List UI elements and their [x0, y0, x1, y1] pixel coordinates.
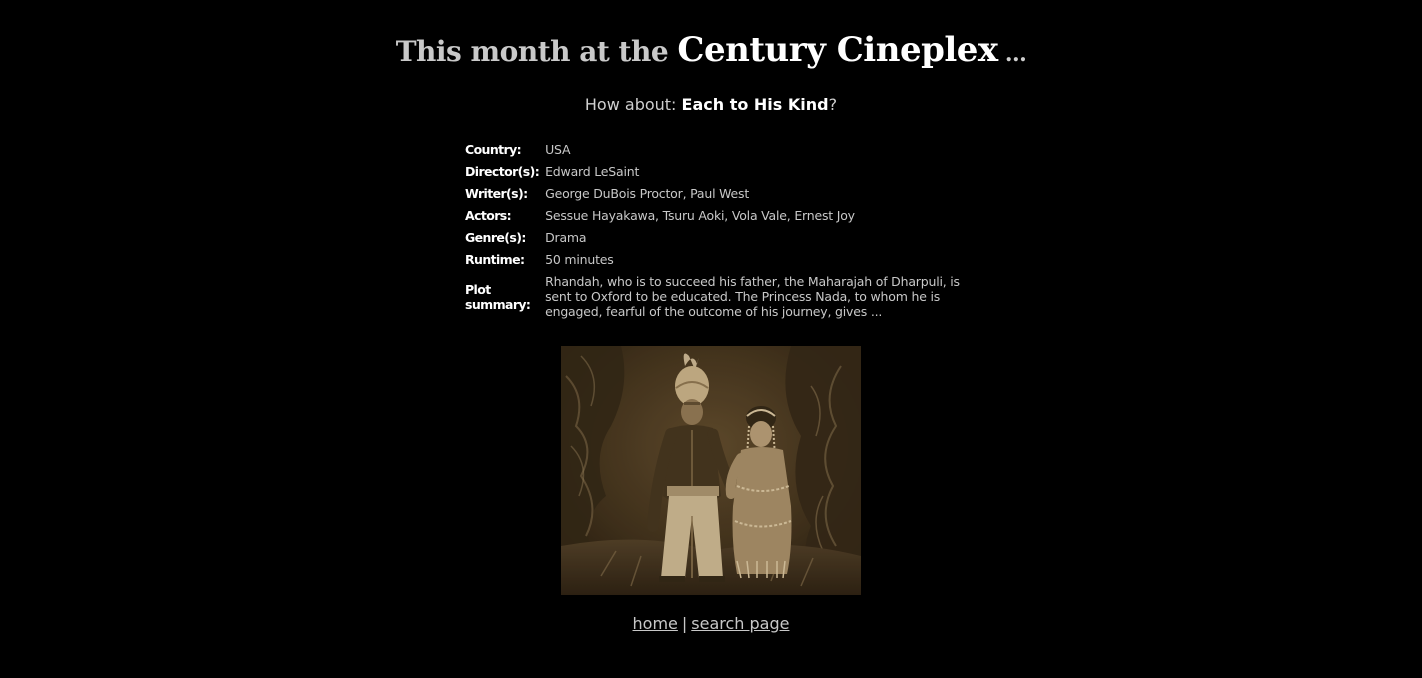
detail-value: USA — [545, 142, 571, 157]
detail-label: Genre(s): — [465, 230, 526, 245]
detail-row-genres: Genre(s): Drama — [462, 228, 973, 250]
home-link[interactable]: home — [633, 614, 678, 633]
cinema-brand-name: Century Cineplex — [677, 30, 998, 70]
detail-value: Rhandah, who is to succeed his father, t… — [545, 274, 960, 319]
page-title-prefix: This month at the — [395, 35, 678, 68]
detail-row-country: Country: USA — [462, 140, 973, 162]
detail-label: Actors: — [465, 208, 512, 223]
detail-row-writers: Writer(s): George DuBois Proctor, Paul W… — [462, 184, 973, 206]
detail-row-actors: Actors: Sessue Hayakawa, Tsuru Aoki, Vol… — [462, 206, 973, 228]
detail-value: 50 minutes — [545, 252, 614, 267]
search-page-link[interactable]: search page — [691, 614, 789, 633]
movie-suggestion: How about: Each to His Kind? — [0, 95, 1422, 114]
page-title: This month at the Century Cineplex ... — [0, 30, 1422, 70]
footer-navigation: home | search page — [0, 614, 1422, 633]
detail-label: Country: — [465, 142, 522, 157]
detail-value: Drama — [545, 230, 587, 245]
detail-value: George DuBois Proctor, Paul West — [545, 186, 750, 201]
footer-separator: | — [681, 614, 688, 633]
detail-label: Runtime: — [465, 252, 525, 267]
detail-value: Edward LeSaint — [545, 164, 640, 179]
detail-label: Plot summary: — [465, 281, 531, 312]
detail-row-directors: Director(s): Edward LeSaint — [462, 162, 973, 184]
movie-details-table: Country: USA Director(s): Edward LeSaint… — [462, 140, 973, 324]
detail-label: Writer(s): — [465, 186, 528, 201]
detail-label: Director(s): — [465, 164, 540, 179]
suggestion-prefix: How about: — [584, 95, 682, 114]
movie-still-image — [561, 346, 861, 595]
detail-row-runtime: Runtime: 50 minutes — [462, 250, 973, 272]
detail-row-plot-summary: Plot summary: Rhandah, who is to succeed… — [462, 272, 973, 324]
suggestion-suffix: ? — [828, 95, 838, 114]
movie-title: Each to His Kind — [681, 95, 829, 114]
page-title-suffix: ... — [997, 41, 1027, 67]
detail-value: Sessue Hayakawa, Tsuru Aoki, Vola Vale, … — [545, 208, 855, 223]
